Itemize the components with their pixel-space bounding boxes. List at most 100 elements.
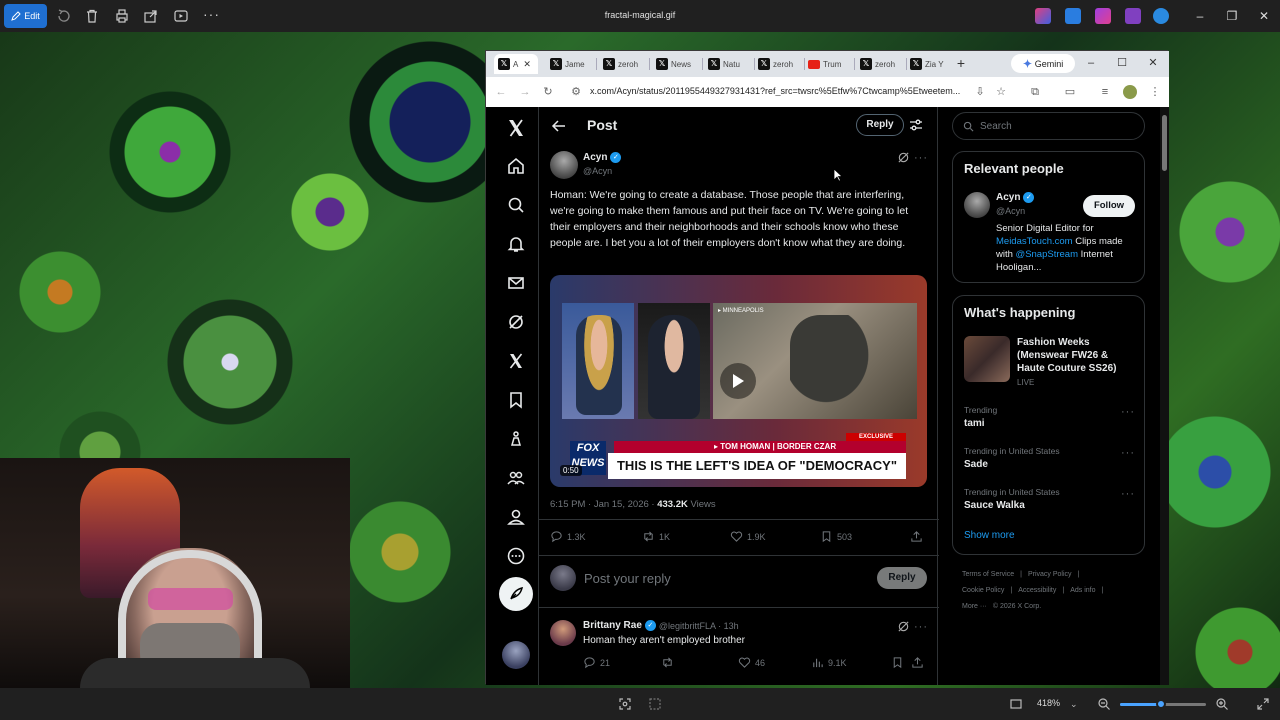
back-icon[interactable]: ← — [494, 85, 508, 99]
tab[interactable]: 𝕏zeroh — [754, 54, 804, 74]
zoom-in-icon[interactable] — [1215, 697, 1229, 711]
tab-close-icon[interactable]: ✕ — [523, 59, 531, 70]
bookmark-star-icon[interactable]: ☆ — [994, 85, 1008, 99]
trend-name[interactable]: tami — [964, 418, 985, 429]
close-icon[interactable]: ✕ — [1256, 8, 1272, 24]
reply-sort-button[interactable]: Reply — [856, 114, 904, 136]
x-logo-icon[interactable] — [506, 118, 526, 138]
trend-more-icon[interactable]: ··· — [1121, 448, 1135, 459]
trend-more-icon[interactable]: ··· — [1121, 489, 1135, 500]
scrollbar-thumb[interactable] — [1162, 115, 1167, 171]
fit-window-icon[interactable] — [1009, 697, 1023, 711]
jobs-icon[interactable] — [506, 429, 526, 449]
extensions-icon[interactable]: ⧉ — [1028, 85, 1042, 99]
trend-name[interactable]: Sauce Walka — [964, 500, 1025, 511]
follow-button[interactable]: Follow — [1083, 195, 1135, 217]
edit-button[interactable]: Edit — [4, 4, 47, 28]
home-icon[interactable] — [506, 156, 526, 176]
bookmarks-icon[interactable] — [506, 390, 526, 410]
bio-mention[interactable]: @SnapStream — [1016, 249, 1078, 260]
tab[interactable]: 𝕏 Natu — [704, 54, 754, 74]
print-icon[interactable] — [114, 8, 130, 24]
zoom-out-icon[interactable] — [1097, 697, 1111, 711]
compose-button[interactable] — [499, 577, 533, 611]
slideshow-icon[interactable] — [173, 8, 189, 24]
tab[interactable]: Trum — [804, 54, 854, 74]
more-options-icon[interactable] — [506, 546, 526, 566]
relevant-person-handle[interactable]: @Acyn — [996, 206, 1025, 216]
author-handle[interactable]: @Acyn — [583, 166, 612, 176]
footer-ads[interactable]: Ads info — [1070, 587, 1095, 594]
cast-icon[interactable]: ▭ — [1063, 85, 1077, 99]
trend-more-icon[interactable]: ··· — [1121, 407, 1135, 418]
minimize-icon[interactable]: – — [1192, 8, 1208, 24]
copilot-icon[interactable] — [1035, 8, 1051, 24]
profile-icon[interactable] — [506, 507, 526, 527]
designer-icon[interactable] — [1065, 8, 1081, 24]
reply-button[interactable]: Reply — [877, 567, 927, 589]
reply-action[interactable]: 1.3K — [550, 530, 586, 543]
filter-icon[interactable] — [909, 118, 923, 132]
author-name[interactable]: Acyn ✓ — [583, 152, 622, 163]
share-action[interactable] — [910, 530, 923, 543]
site-info-icon[interactable]: ⚙ — [569, 85, 583, 99]
new-tab-button[interactable]: + — [954, 56, 968, 70]
relevant-person-name[interactable]: Acyn ✓ — [996, 192, 1035, 203]
repost-action[interactable]: 1K — [642, 530, 670, 543]
visual-search-icon[interactable] — [618, 697, 632, 711]
tab[interactable]: 𝕏zeroh — [856, 54, 906, 74]
reply-input[interactable]: Post your reply — [584, 571, 671, 586]
footer-terms[interactable]: Terms of Service — [962, 571, 1014, 578]
bio-link[interactable]: MeidasTouch.com — [996, 236, 1073, 247]
grok-explain-icon[interactable] — [897, 151, 910, 164]
comment-reply-action[interactable]: 21 — [583, 656, 610, 669]
page-scrollbar[interactable] — [1160, 107, 1169, 685]
tab[interactable]: 𝕏 Jame — [546, 54, 596, 74]
rotate-icon[interactable] — [56, 8, 72, 24]
video-player[interactable]: ▸ MINNEAPOLIS EXCLUSIVE ▸ TOM HOMAN | BO… — [550, 275, 927, 487]
zoom-level[interactable]: 418% — [1037, 698, 1060, 708]
comment-share-action[interactable] — [911, 656, 924, 669]
zoom-slider[interactable] — [1120, 699, 1206, 709]
featured-event-title[interactable]: Fashion Weeks (Menswear FW26 & Haute Cou… — [1017, 336, 1137, 375]
comment-author[interactable]: Brittany Rae ✓ @legitbrittFLA · 13h — [583, 620, 739, 631]
tab-active[interactable]: 𝕏 A ✕ — [494, 54, 538, 74]
comment-like-action[interactable]: 46 — [738, 656, 765, 669]
profile-avatar[interactable] — [1123, 85, 1137, 99]
text-select-icon[interactable] — [648, 697, 662, 711]
reload-icon[interactable]: ↻ — [541, 85, 555, 99]
post-more-icon[interactable]: ··· — [914, 153, 928, 164]
bookmark-action[interactable]: 503 — [820, 530, 852, 543]
gemini-button[interactable]: Gemini — [1011, 54, 1075, 73]
comment-views-action[interactable]: 9.1K — [811, 656, 847, 669]
share-icon[interactable] — [143, 8, 159, 24]
grok-explain-icon[interactable] — [897, 620, 910, 633]
premium-x-icon[interactable] — [506, 351, 526, 371]
messages-icon[interactable] — [506, 273, 526, 293]
zoom-dropdown-icon[interactable]: ⌄ — [1070, 697, 1084, 711]
clipchamp-icon[interactable] — [1095, 8, 1111, 24]
play-button[interactable] — [720, 363, 756, 399]
featured-thumbnail[interactable] — [964, 336, 1010, 382]
trend-name[interactable]: Sade — [964, 459, 988, 470]
tab[interactable]: 𝕏 News — [652, 54, 702, 74]
footer-more[interactable]: More ··· — [962, 603, 987, 610]
notifications-icon[interactable] — [506, 234, 526, 254]
video-editor-icon[interactable] — [1125, 8, 1141, 24]
comment-avatar[interactable] — [550, 620, 576, 646]
author-avatar[interactable] — [550, 151, 578, 179]
fullscreen-icon[interactable] — [1256, 697, 1270, 711]
post-timestamp[interactable]: 6:15 PM · Jan 15, 2026 · — [550, 499, 657, 510]
install-app-icon[interactable]: ⇩ — [973, 85, 987, 99]
grok-icon[interactable] — [506, 312, 526, 332]
browser-minimize-icon[interactable]: – — [1084, 56, 1098, 70]
zoom-slider-thumb[interactable] — [1156, 699, 1167, 709]
like-action[interactable]: 1.9K — [730, 530, 766, 543]
url-field[interactable]: x.com/Acyn/status/2011955449327931431?re… — [590, 86, 970, 96]
comment-repost-action[interactable] — [661, 656, 674, 669]
footer-cookie[interactable]: Cookie Policy — [962, 587, 1004, 594]
back-arrow-icon[interactable] — [551, 118, 567, 134]
comment-bookmark-action[interactable] — [891, 656, 904, 669]
show-more-link[interactable]: Show more — [964, 530, 1015, 541]
delete-icon[interactable] — [84, 8, 100, 24]
